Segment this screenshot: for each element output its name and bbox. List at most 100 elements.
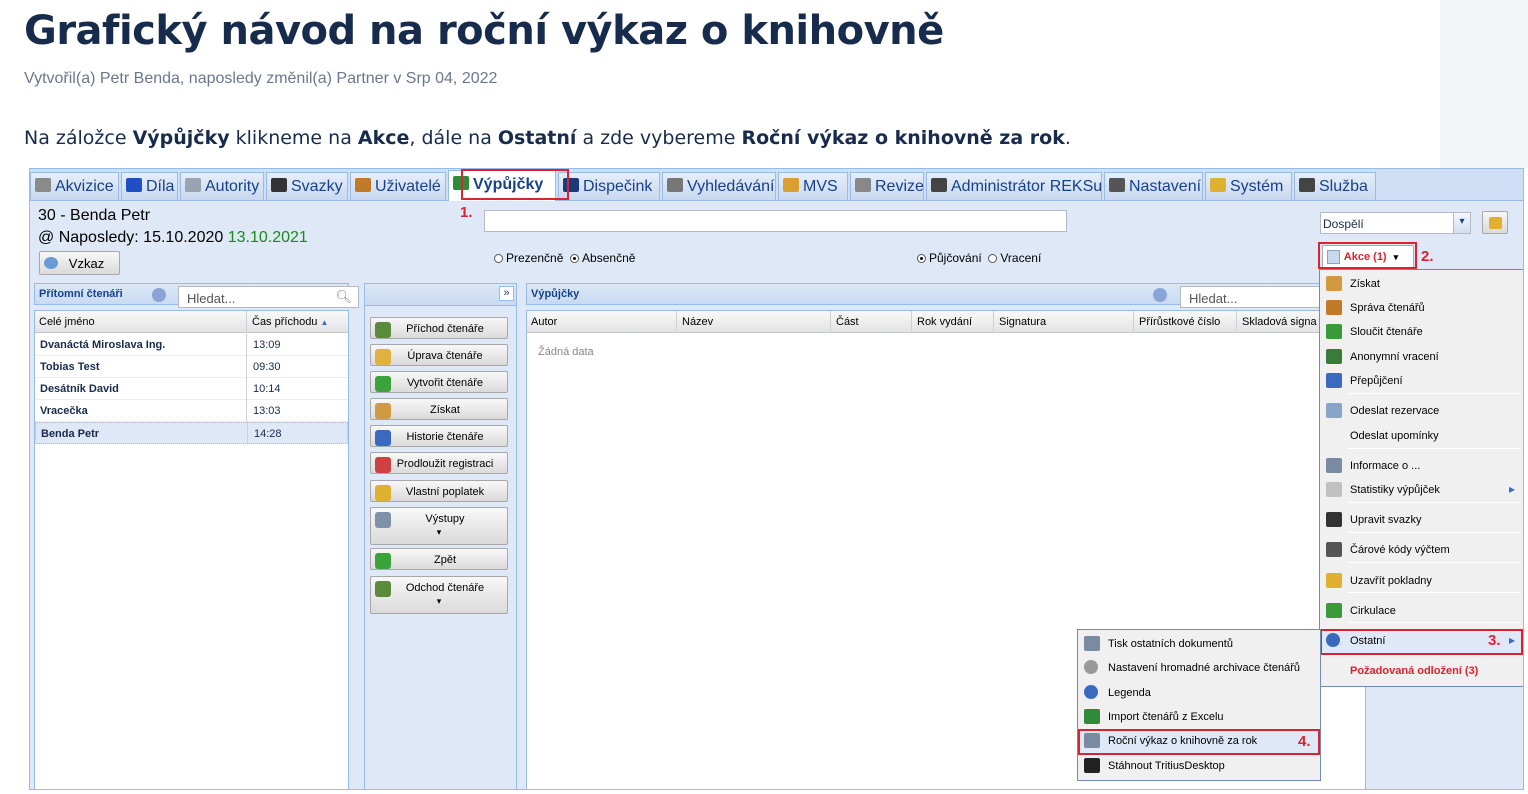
table-row[interactable]: Dvanáctá Miroslava Ing. 13:09 xyxy=(35,334,348,356)
action-icon xyxy=(375,581,391,597)
menu-item-požadovaná-odložení-3-[interactable]: Požadovaná odložení (3) xyxy=(1320,659,1523,683)
tab-služba[interactable]: Služba xyxy=(1294,172,1376,200)
submenu-item-4[interactable]: Roční výkaz o knihovně za rok 4. xyxy=(1078,729,1320,756)
tab-autority[interactable]: Autority xyxy=(180,172,264,200)
menu-item-správa-čtenářů[interactable]: Správa čtenářů xyxy=(1320,296,1523,320)
menu-item-upravit-svazky[interactable]: Upravit svazky xyxy=(1320,508,1523,532)
submenu-item-5[interactable]: Stáhnout TritiusDesktop xyxy=(1078,754,1320,778)
action-získat-button[interactable]: Získat xyxy=(370,398,508,420)
menu-item-sloučit-čtenáře[interactable]: Sloučit čtenáře xyxy=(1320,320,1523,344)
radio-prezencne[interactable] xyxy=(494,254,503,263)
action-zpět-button[interactable]: Zpět xyxy=(370,548,508,570)
table-row[interactable]: Vracečka 13:03 xyxy=(35,400,348,422)
action-label: Vytvořit čtenáře xyxy=(406,377,483,389)
menu-item-odeslat-upomínky[interactable]: Odeslat upomínky xyxy=(1320,424,1523,448)
loans-col-header[interactable]: Signatura xyxy=(999,316,1046,328)
loans-search-input[interactable]: Hledat... xyxy=(1180,286,1330,308)
key-icon xyxy=(1210,178,1226,192)
table-row[interactable]: Desátník David 10:14 xyxy=(35,378,348,400)
tab-uživatelé[interactable]: Uživatelé xyxy=(350,172,446,200)
tab-svazky[interactable]: Svazky xyxy=(266,172,348,200)
tab-label: Systém xyxy=(1230,178,1284,195)
loans-col-header[interactable]: Název xyxy=(682,316,713,328)
menu-item-ostatní[interactable]: Ostatní ▸ 3. xyxy=(1320,629,1523,655)
menu-item-cirkulace[interactable]: Cirkulace xyxy=(1320,599,1523,623)
category-select[interactable]: Dospělí ▾ xyxy=(1320,212,1471,234)
submenu-item-0[interactable]: Tisk ostatních dokumentů xyxy=(1078,632,1320,656)
lock-icon xyxy=(1489,217,1502,229)
action-vlastní-poplatek-button[interactable]: Vlastní poplatek xyxy=(370,480,508,502)
menu-item-anonymní-vracení[interactable]: Anonymní vracení xyxy=(1320,345,1523,369)
menu-separator xyxy=(1348,532,1521,533)
action-icon xyxy=(375,376,391,392)
action-odchod-čtenáře-button[interactable]: Odchod čtenáře ▾ xyxy=(370,576,508,614)
users-icon xyxy=(355,178,371,192)
radio-vraceni[interactable] xyxy=(988,254,998,263)
action-prodloužit-registraci-button[interactable]: Prodloužit registraci xyxy=(370,452,508,474)
direction-radio[interactable]: Půjčování Vracení xyxy=(917,251,1041,265)
action-úprava-čtenáře-button[interactable]: Úprava čtenáře xyxy=(370,344,508,366)
loan-mode-radio[interactable]: Prezenčně Absenčně xyxy=(494,251,635,265)
printer-icon xyxy=(1326,458,1342,473)
menu-item-uzavřít-pokladny[interactable]: Uzavřít pokladny xyxy=(1320,569,1523,593)
menu-item-statistiky-výpůjček[interactable]: Statistiky výpůjček ▸ xyxy=(1320,478,1523,502)
tab-systém[interactable]: Systém xyxy=(1205,172,1292,200)
tab-vyhledávání[interactable]: Vyhledávání xyxy=(662,172,776,200)
expand-icon[interactable]: » xyxy=(499,286,514,301)
action-vytvořit-čtenáře-button[interactable]: Vytvořit čtenáře xyxy=(370,371,508,393)
action-label: Odchod čtenáře xyxy=(405,582,485,594)
page-title: Grafický návod na roční výkaz o knihovně xyxy=(24,8,944,54)
action-historie-čtenáře-button[interactable]: Historie čtenáře xyxy=(370,425,508,447)
tab-akvizice[interactable]: Akvizice xyxy=(30,172,119,200)
present-search-input[interactable]: Hledat... 🔍︎ xyxy=(178,286,359,308)
col-time[interactable]: Čas příchodu ▲ xyxy=(252,316,328,328)
step-1-highlight xyxy=(461,169,569,200)
tab-administrátor-reksu[interactable]: Administrátor REKSu xyxy=(926,172,1102,200)
loans-col-header[interactable]: Autor xyxy=(531,316,557,328)
tab-mvs[interactable]: MVS xyxy=(778,172,848,200)
menu-item-získat[interactable]: Získat xyxy=(1320,272,1523,296)
submenu-item-label: Nastavení hromadné archivace čtenářů xyxy=(1108,662,1300,675)
lock-button[interactable] xyxy=(1482,211,1508,234)
tab-label: Služba xyxy=(1319,178,1368,195)
action-label: Vlastní poplatek xyxy=(405,486,485,498)
message-button[interactable]: Vzkaz xyxy=(39,251,120,275)
menu-item-přepůjčení[interactable]: Přepůjčení xyxy=(1320,369,1523,393)
radio-absencne[interactable] xyxy=(570,254,580,263)
col-name[interactable]: Celé jméno xyxy=(39,316,95,328)
tab-díla[interactable]: Díla xyxy=(121,172,178,200)
menu-item-čárové-kódy-výčtem[interactable]: Čárové kódy výčtem xyxy=(1320,538,1523,562)
action-výstupy-button[interactable]: Výstupy ▾ xyxy=(370,507,508,545)
submenu-arrow-icon: ▸ xyxy=(1508,482,1515,496)
chevron-down-icon[interactable]: ▾ xyxy=(1453,213,1470,233)
menu-item-label: Získat xyxy=(1350,278,1380,290)
menu-item-informace-o-[interactable]: Informace o ... xyxy=(1320,454,1523,478)
menu-item-odeslat-rezervace[interactable]: Odeslat rezervace xyxy=(1320,399,1523,423)
loans-col-header[interactable]: Skladová signa xyxy=(1242,316,1317,328)
scanner-icon xyxy=(1326,512,1342,527)
loans-col-header[interactable]: Rok vydání xyxy=(917,316,972,328)
search-icon[interactable]: 🔍︎ xyxy=(335,289,352,305)
excel-icon xyxy=(1084,708,1100,724)
package-icon xyxy=(783,178,799,192)
loans-col-header[interactable]: Přírůstkové číslo xyxy=(1139,316,1220,328)
tab-revize[interactable]: Revize xyxy=(850,172,924,200)
cart-icon xyxy=(35,178,51,192)
gear-icon xyxy=(1084,660,1098,675)
reader-name-cell: Tobias Test xyxy=(40,361,100,373)
loans-col-header[interactable]: Část xyxy=(836,316,859,328)
tab-nastavení[interactable]: Nastavení xyxy=(1104,172,1203,200)
radio-pujcovani[interactable] xyxy=(917,254,926,263)
table-row[interactable]: Tobias Test 09:30 xyxy=(35,356,348,378)
tab-dispečink[interactable]: Dispečink xyxy=(558,172,660,200)
menu-separator xyxy=(1348,393,1521,394)
loans-grid-header: Autor Název Část Rok vydání Signatura Přírůst… xyxy=(527,311,1365,333)
submenu-item-3[interactable]: Import čtenářů z Excelu xyxy=(1078,705,1320,729)
search-field[interactable] xyxy=(484,210,1067,232)
submenu-item-1[interactable]: Nastavení hromadné archivace čtenářů xyxy=(1078,656,1320,680)
submenu-item-2[interactable]: Legenda xyxy=(1078,681,1320,705)
users-icon xyxy=(1326,300,1342,315)
info-icon xyxy=(152,288,166,302)
table-row[interactable]: Benda Petr 14:28 xyxy=(35,422,348,445)
action-příchod-čtenáře-button[interactable]: Příchod čtenáře xyxy=(370,317,508,339)
